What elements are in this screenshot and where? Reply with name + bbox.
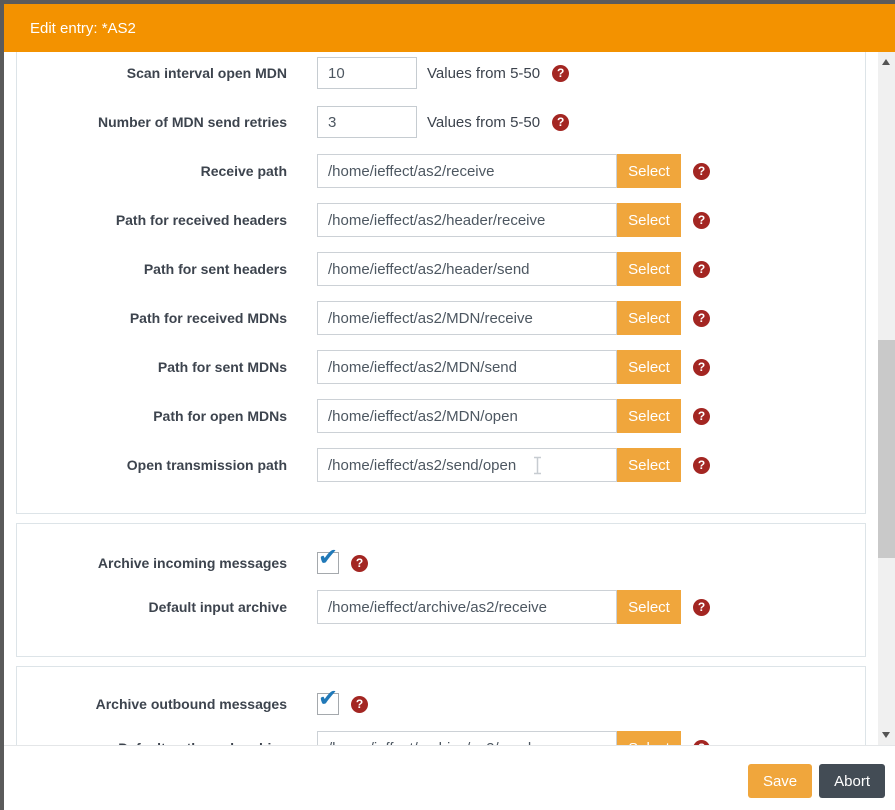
form-row-scan-interval: Scan interval open MDN Values from 5-50 … (17, 57, 865, 89)
checkmark-icon: ✔ (318, 687, 338, 711)
panel-archive-outbound: Archive outbound messages ✔ ? Default ou… (16, 666, 866, 745)
field-label: Archive outbound messages (17, 696, 317, 712)
help-icon[interactable]: ? (351, 555, 368, 572)
help-icon[interactable]: ? (693, 212, 710, 229)
panel-paths: Scan interval open MDN Values from 5-50 … (16, 52, 866, 514)
field-label: Scan interval open MDN (17, 65, 317, 81)
form-row-default-outbound-archive: Default outbound archive Select ? (17, 731, 865, 745)
select-button[interactable]: Select (617, 252, 681, 286)
field-label: Path for sent headers (17, 261, 317, 277)
dialog-header: Edit entry: *AS2 (4, 4, 895, 52)
field-label: Archive incoming messages (17, 555, 317, 571)
field-hint: Values from 5-50 (427, 65, 540, 82)
field-label: Default input archive (17, 599, 317, 615)
default-outbound-archive-input[interactable] (317, 731, 617, 745)
dialog-footer: Save Abort (4, 745, 895, 810)
sent-headers-path-input[interactable] (317, 252, 617, 286)
dialog-title: Edit entry: *AS2 (30, 20, 136, 37)
open-mdns-path-input[interactable] (317, 399, 617, 433)
field-hint: Values from 5-50 (427, 114, 540, 131)
select-button[interactable]: Select (617, 203, 681, 237)
form-row-sent-headers-path: Path for sent headers Select ? (17, 252, 865, 286)
field-label: Path for open MDNs (17, 408, 317, 424)
field-label: Path for received headers (17, 212, 317, 228)
help-icon[interactable]: ? (693, 457, 710, 474)
scrollbar-down-button[interactable] (878, 726, 895, 743)
form-row-received-headers-path: Path for received headers Select ? (17, 203, 865, 237)
select-button[interactable]: Select (617, 731, 681, 745)
help-icon[interactable]: ? (552, 65, 569, 82)
help-icon[interactable]: ? (693, 740, 710, 746)
help-icon[interactable]: ? (552, 114, 569, 131)
help-icon[interactable]: ? (693, 359, 710, 376)
field-label: Path for received MDNs (17, 310, 317, 326)
chevron-up-icon (882, 59, 890, 65)
receive-path-input[interactable] (317, 154, 617, 188)
archive-outbound-checkbox[interactable]: ✔ (317, 693, 339, 715)
archive-incoming-checkbox[interactable]: ✔ (317, 552, 339, 574)
form-scroll-area: Scan interval open MDN Values from 5-50 … (4, 52, 878, 745)
form-row-receive-path: Receive path Select ? (17, 154, 865, 188)
chevron-down-icon (882, 732, 890, 738)
panel-archive-incoming: Archive incoming messages ✔ ? Default in… (16, 523, 866, 657)
field-label: Number of MDN send retries (17, 114, 317, 130)
select-button[interactable]: Select (617, 399, 681, 433)
field-label: Default outbound archive (17, 740, 317, 745)
select-button[interactable]: Select (617, 590, 681, 624)
form-row-received-mdns-path: Path for received MDNs Select ? (17, 301, 865, 335)
received-headers-path-input[interactable] (317, 203, 617, 237)
checkmark-icon: ✔ (318, 546, 338, 570)
abort-button[interactable]: Abort (819, 764, 885, 798)
form-row-mdn-retries: Number of MDN send retries Values from 5… (17, 106, 865, 138)
help-icon[interactable]: ? (693, 408, 710, 425)
text-cursor (533, 456, 542, 480)
help-icon[interactable]: ? (351, 696, 368, 713)
form-row-sent-mdns-path: Path for sent MDNs Select ? (17, 350, 865, 384)
help-icon[interactable]: ? (693, 163, 710, 180)
form-row-open-mdns-path: Path for open MDNs Select ? (17, 399, 865, 433)
edit-entry-dialog: Edit entry: *AS2 Scan interval open MDN … (4, 4, 895, 810)
form-row-archive-outbound: Archive outbound messages ✔ ? (17, 693, 865, 715)
scrollbar-up-button[interactable] (878, 54, 895, 71)
save-button[interactable]: Save (748, 764, 812, 798)
form-row-archive-incoming: Archive incoming messages ✔ ? (17, 552, 865, 574)
field-label: Receive path (17, 163, 317, 179)
dialog-body: Scan interval open MDN Values from 5-50 … (4, 52, 895, 745)
help-icon[interactable]: ? (693, 261, 710, 278)
field-label: Open transmission path (17, 457, 317, 473)
select-button[interactable]: Select (617, 350, 681, 384)
mdn-retries-input[interactable] (317, 106, 417, 138)
select-button[interactable]: Select (617, 448, 681, 482)
scan-interval-input[interactable] (317, 57, 417, 89)
scrollbar-thumb[interactable] (878, 340, 895, 558)
field-label: Path for sent MDNs (17, 359, 317, 375)
select-button[interactable]: Select (617, 154, 681, 188)
sent-mdns-path-input[interactable] (317, 350, 617, 384)
help-icon[interactable]: ? (693, 310, 710, 327)
received-mdns-path-input[interactable] (317, 301, 617, 335)
form-row-default-input-archive: Default input archive Select ? (17, 590, 865, 624)
select-button[interactable]: Select (617, 301, 681, 335)
default-input-archive-input[interactable] (317, 590, 617, 624)
help-icon[interactable]: ? (693, 599, 710, 616)
open-transmission-path-input[interactable] (317, 448, 617, 482)
vertical-scrollbar[interactable] (878, 52, 895, 745)
form-row-open-transmission-path: Open transmission path Select ? (17, 448, 865, 482)
